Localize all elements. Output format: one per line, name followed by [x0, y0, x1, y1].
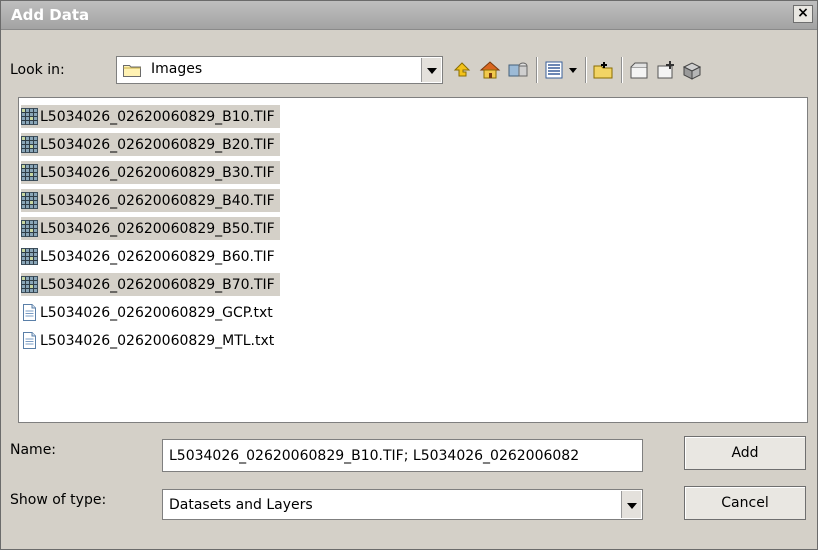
text-file-icon — [23, 304, 36, 321]
file-item-b40[interactable]: L5034026_02620060829_B40.TIF — [21, 189, 280, 212]
up-one-level-icon[interactable] — [451, 57, 473, 83]
file-item-label: L5034026_02620060829_B30.TIF — [40, 164, 275, 181]
show-of-type-label: Show of type: — [10, 492, 107, 508]
name-label: Name: — [10, 442, 57, 458]
raster-dataset-icon — [21, 164, 38, 181]
title-bar[interactable]: Add Data × — [1, 1, 817, 30]
file-item-label: L5034026_02620060829_B50.TIF — [40, 220, 275, 237]
raster-dataset-icon — [21, 136, 38, 153]
file-item-b70[interactable]: L5034026_02620060829_B70.TIF — [21, 273, 280, 296]
text-file-icon — [23, 332, 36, 349]
look-in-dropdown-button[interactable] — [421, 58, 441, 82]
file-item-label: L5034026_02620060829_B20.TIF — [40, 136, 275, 153]
raster-dataset-icon — [21, 192, 38, 209]
file-item-label: L5034026_02620060829_MTL.txt — [40, 332, 275, 349]
new-item2-icon[interactable] — [655, 57, 677, 83]
file-item-label: L5034026_02620060829_B10.TIF — [40, 108, 275, 125]
toolbar-separator — [585, 57, 587, 83]
folder-icon — [123, 65, 141, 77]
raster-dataset-icon — [21, 248, 38, 265]
view-list-icon[interactable] — [543, 57, 565, 83]
file-item-b10[interactable]: L5034026_02620060829_B10.TIF — [21, 105, 280, 128]
file-item-b30[interactable]: L5034026_02620060829_B30.TIF — [21, 161, 280, 184]
toolbar-separator — [621, 57, 623, 83]
look-in-label: Look in: — [10, 62, 65, 78]
chevron-down-icon — [626, 502, 637, 509]
connect-folder-icon[interactable] — [507, 57, 529, 83]
show-of-type-dropdown-button[interactable] — [621, 491, 641, 518]
file-item-mtl[interactable]: L5034026_02620060829_MTL.txt — [21, 329, 279, 352]
add-button[interactable]: Add — [684, 436, 806, 470]
raster-dataset-icon — [21, 276, 38, 293]
show-of-type-combo[interactable]: Datasets and Layers — [162, 489, 643, 520]
look-in-value: Images — [151, 61, 203, 77]
new-item3-icon[interactable] — [681, 57, 703, 83]
file-item-label: L5034026_02620060829_B70.TIF — [40, 276, 275, 293]
chevron-down-icon — [426, 68, 437, 74]
name-input[interactable]: L5034026_02620060829_B10.TIF; L5034026_0… — [162, 439, 643, 472]
file-item-b60[interactable]: L5034026_02620060829_B60.TIF — [21, 245, 280, 268]
show-of-type-value: Datasets and Layers — [169, 497, 313, 513]
raster-dataset-icon — [21, 108, 38, 125]
file-item-label: L5034026_02620060829_B40.TIF — [40, 192, 275, 209]
new-item-icon[interactable] — [628, 57, 650, 83]
file-item-gcp[interactable]: L5034026_02620060829_GCP.txt — [21, 301, 278, 324]
view-dropdown-icon[interactable] — [566, 57, 580, 83]
look-in-combo[interactable]: Images — [116, 56, 443, 84]
add-data-dialog: Add Data × Look in: Images L5034026_0262… — [0, 0, 818, 550]
close-button[interactable]: × — [793, 5, 813, 23]
toolbar-separator — [536, 57, 538, 83]
cancel-button[interactable]: Cancel — [684, 486, 806, 520]
raster-dataset-icon — [21, 220, 38, 237]
file-list[interactable]: L5034026_02620060829_B10.TIF L5034026_02… — [18, 97, 808, 423]
home-icon[interactable] — [479, 57, 501, 83]
name-input-value: L5034026_02620060829_B10.TIF; L5034026_0… — [169, 448, 580, 464]
file-item-b20[interactable]: L5034026_02620060829_B20.TIF — [21, 133, 280, 156]
file-item-b50[interactable]: L5034026_02620060829_B50.TIF — [21, 217, 280, 240]
new-folder-icon[interactable] — [592, 57, 614, 83]
file-item-label: L5034026_02620060829_B60.TIF — [40, 248, 275, 265]
window-title: Add Data — [11, 6, 90, 24]
file-item-label: L5034026_02620060829_GCP.txt — [40, 304, 273, 321]
